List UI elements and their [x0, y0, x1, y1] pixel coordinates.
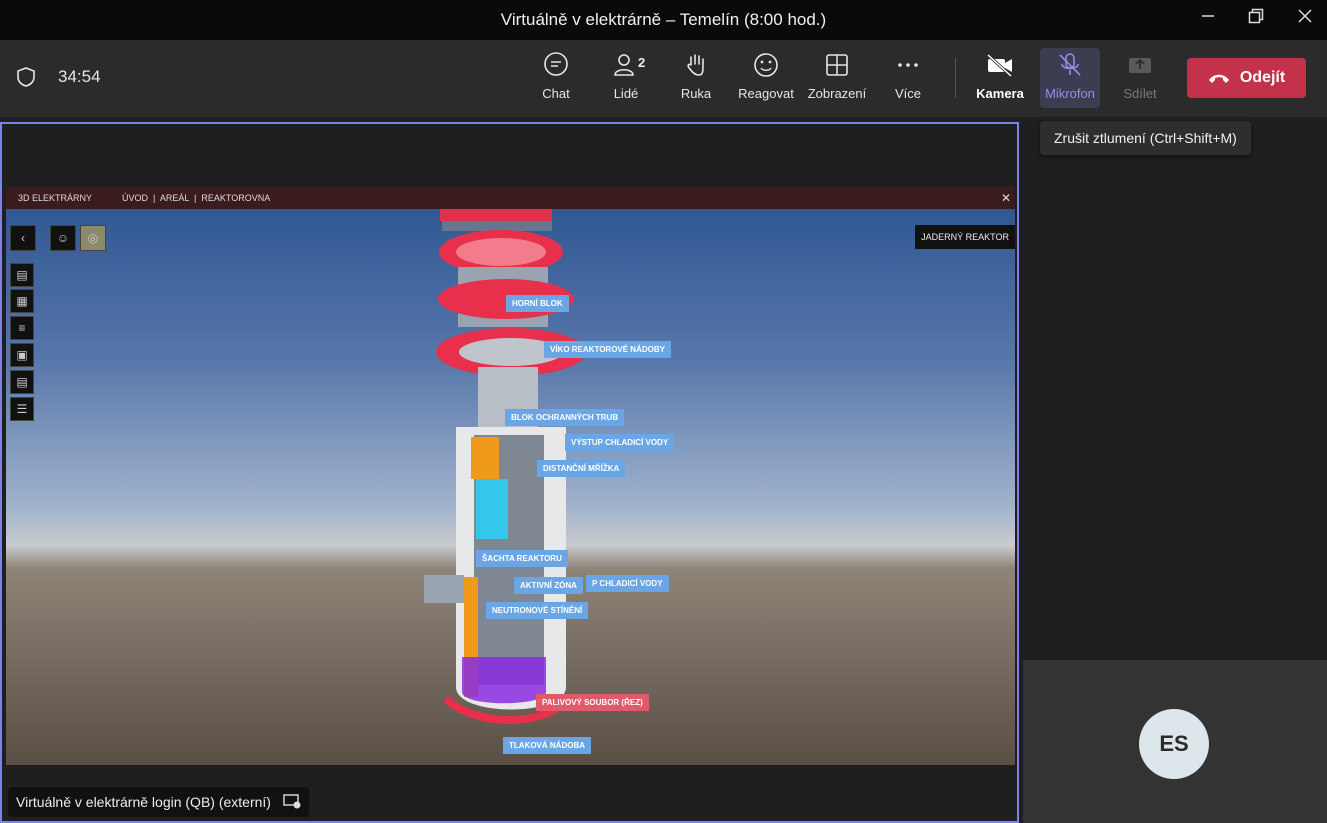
- label-horni-blok: HORNÍ BLOK: [506, 295, 569, 312]
- microphone-off-icon: [1059, 53, 1081, 76]
- share-tray-icon: [1129, 58, 1151, 73]
- camera-label: Kamera: [976, 86, 1024, 101]
- hang-up-icon: [1208, 74, 1229, 83]
- label-distancni-mrizka: DISTANČNÍ MŘÍŽKA: [537, 460, 626, 477]
- chat-label: Chat: [542, 86, 570, 101]
- minimize-button[interactable]: [1185, 0, 1231, 32]
- meeting-toolbar: 34:54 Chat 2 Lidé Ruka Reagovat Zobrazen…: [0, 40, 1327, 117]
- label-blok-trub: BLOK OCHRANNÝCH TRUB: [505, 409, 625, 426]
- react-button[interactable]: Reagovat: [734, 48, 798, 108]
- label-vystup-vody: VÝSTUP CHLADICÍ VODY: [565, 434, 675, 451]
- label-palivovy-soubor: PALIVOVÝ SOUBOR (ŘEZ): [536, 694, 649, 711]
- view-button[interactable]: Zobrazení: [805, 48, 869, 108]
- share-label: Sdílet: [1123, 86, 1157, 101]
- hand-icon: [687, 54, 704, 76]
- leave-label: Odejít: [1239, 69, 1286, 86]
- people-icon: [614, 54, 634, 76]
- meeting-timer: 34:54: [58, 67, 101, 86]
- close-button[interactable]: [1282, 0, 1327, 32]
- grid-icon: [826, 54, 848, 76]
- label-aktivni-zona: AKTIVNÍ ZÓNA: [514, 577, 583, 594]
- shared-screen-stage: 3D ELEKTRÁRNY ÚVOD | AREÁL | REAKTOROVNA…: [0, 122, 1019, 823]
- window-title: Virtuálně v elektrárně – Temelín (8:00 h…: [500, 10, 827, 29]
- shield-icon: [17, 67, 35, 87]
- participant-tile[interactable]: ES: [1023, 660, 1327, 823]
- chat-icon: [544, 52, 568, 76]
- shared-screen-content: 3D ELEKTRÁRNY ÚVOD | AREÁL | REAKTOROVNA…: [6, 187, 1015, 765]
- share-button[interactable]: Sdílet: [1108, 48, 1172, 108]
- toolbar-divider: [955, 58, 956, 98]
- camera-button[interactable]: Kamera: [968, 48, 1032, 108]
- microphone-label: Mikrofon: [1045, 86, 1095, 101]
- hand-label: Ruka: [680, 86, 712, 101]
- people-button[interactable]: 2 Lidé: [594, 48, 658, 108]
- chat-button[interactable]: Chat: [524, 48, 588, 108]
- leave-button[interactable]: Odejít: [1187, 58, 1306, 98]
- smile-icon: [754, 53, 778, 77]
- label-sachta: ŠACHTA REAKTORU: [476, 550, 568, 567]
- people-label: Lidé: [613, 86, 639, 101]
- presenter-name: Virtuálně v elektrárně login (QB) (exter…: [16, 794, 271, 810]
- meeting-info: 34:54: [16, 66, 101, 88]
- view-label: Zobrazení: [807, 86, 867, 101]
- more-icon: [898, 63, 918, 67]
- presenter-caption: Virtuálně v elektrárně login (QB) (exter…: [8, 787, 309, 817]
- label-neutronove-stineni: NEUTRONOVÉ STÍNĚNÍ: [486, 602, 589, 619]
- label-viko: VÍKO REAKTOROVÉ NÁDOBY: [544, 341, 671, 358]
- people-count: 2: [638, 55, 646, 70]
- label-vstup-vody: P CHLADICÍ VODY: [586, 575, 669, 592]
- more-label: Více: [894, 86, 921, 101]
- camera-off-icon: [986, 53, 1013, 78]
- react-label: Reagovat: [738, 86, 794, 101]
- avatar: ES: [1139, 709, 1209, 779]
- reactor-illustration: [424, 209, 586, 724]
- raise-hand-button[interactable]: Ruka: [664, 48, 728, 108]
- minimize-icon: [1202, 15, 1214, 17]
- restore-button[interactable]: [1233, 0, 1279, 32]
- more-button[interactable]: Více: [876, 48, 940, 108]
- unmute-tooltip: Zrušit ztlumení (Ctrl+Shift+M): [1040, 121, 1251, 155]
- restore-icon: [1248, 8, 1264, 24]
- close-icon: [1298, 9, 1312, 23]
- screen-share-icon: [283, 793, 301, 812]
- microphone-button[interactable]: Mikrofon: [1040, 48, 1100, 108]
- label-tlakova-nadoba: TLAKOVÁ NÁDOBA: [503, 737, 591, 754]
- title-bar: Virtuálně v elektrárně – Temelín (8:00 h…: [0, 0, 1327, 40]
